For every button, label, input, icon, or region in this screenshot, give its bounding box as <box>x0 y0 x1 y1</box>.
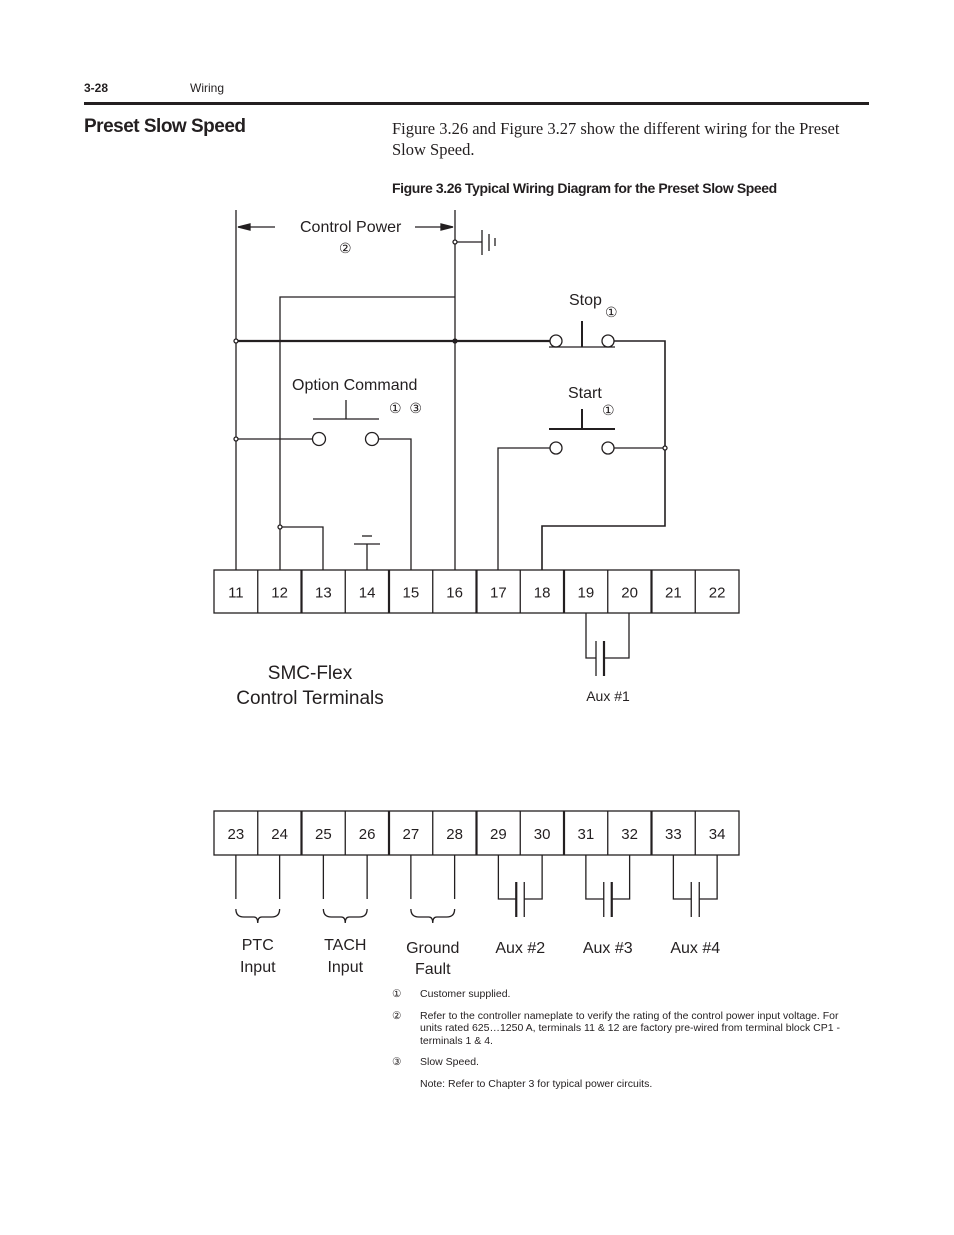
aux-wire-right <box>611 855 631 900</box>
aux-wire-left <box>672 855 692 900</box>
junction-dot <box>233 338 239 344</box>
junction-dot <box>452 239 458 245</box>
stop-contact-left <box>549 334 563 348</box>
terminal-28: 28 <box>446 826 463 843</box>
footnote-text: Customer supplied. <box>420 988 511 1000</box>
terminal-20: 20 <box>621 585 638 602</box>
group-label-line2: Fault <box>415 961 451 978</box>
aux1-wire-right <box>604 613 630 659</box>
start-contact-right <box>601 441 615 455</box>
group-label: Aux #2 <box>495 940 545 957</box>
terminal-12: 12 <box>271 585 288 602</box>
terminal-17: 17 <box>490 585 507 602</box>
footnote-marker: ② <box>392 1009 402 1022</box>
aux-wire-right <box>524 855 543 900</box>
terminal-24: 24 <box>271 826 288 843</box>
terminal-26: 26 <box>359 826 376 843</box>
footnote: ① Customer supplied. <box>392 988 862 1001</box>
terminal-14: 14 <box>359 585 376 602</box>
aux-wire-left <box>585 855 604 900</box>
footnote-text: Slow Speed. <box>420 1056 479 1068</box>
stop-note-marker: ① <box>605 304 618 320</box>
junction-dot <box>662 445 668 451</box>
group-label: Ground <box>406 940 459 957</box>
terminal-30: 30 <box>534 826 551 843</box>
wire-stop-to-18 <box>541 340 666 570</box>
group-label-line2: Input <box>240 959 276 976</box>
start-note-marker: ① <box>602 402 615 418</box>
control-power-label: Control Power <box>300 219 402 236</box>
terminal-11: 11 <box>228 585 244 602</box>
group-brace <box>410 908 456 924</box>
terminal-27: 27 <box>403 826 420 843</box>
start-label: Start <box>568 385 602 402</box>
terminal-33: 33 <box>665 826 682 843</box>
terminal-15: 15 <box>403 585 420 602</box>
terminal-19: 19 <box>578 585 595 602</box>
terminal-21: 21 <box>665 585 682 602</box>
terminal-18: 18 <box>534 585 551 602</box>
control-power-note-marker: ② <box>339 240 352 256</box>
aux-wire-left <box>497 855 517 900</box>
terminal-16: 16 <box>446 585 463 602</box>
junction-dot <box>277 524 283 530</box>
option-contact-right <box>364 431 380 447</box>
stop-label: Stop <box>569 292 602 309</box>
terminal-25: 25 <box>315 826 332 843</box>
terminal-31: 31 <box>578 826 595 843</box>
footnote: ② Refer to the controller nameplate to v… <box>392 1010 862 1048</box>
aux1-wire-left <box>585 613 596 659</box>
group-brace <box>235 908 281 924</box>
terminal-23: 23 <box>228 826 245 843</box>
junction-dot <box>233 436 239 442</box>
group-label: PTC <box>242 937 274 954</box>
terminal-13: 13 <box>315 585 332 602</box>
smc-flex-title: SMC-Flex <box>268 663 353 684</box>
aux1-label: Aux #1 <box>586 688 630 704</box>
option-command-note-markers: ① ③ <box>389 400 422 416</box>
terminal-32: 32 <box>621 826 638 843</box>
option-contact-left <box>311 431 327 447</box>
start-contact-left <box>549 441 563 455</box>
junction-dot <box>452 338 458 344</box>
group-label-line2: Input <box>327 959 363 976</box>
footnote-marker: ③ <box>392 1056 402 1068</box>
group-brace <box>322 908 368 924</box>
group-label: TACH <box>324 937 366 954</box>
group-label: Aux #4 <box>670 940 720 957</box>
arrowhead-right <box>440 223 454 231</box>
footnotes: ① Customer supplied. ② Refer to the cont… <box>392 988 862 1090</box>
aux-wire-right <box>699 855 718 900</box>
footnote-text: Refer to the controller nameplate to ver… <box>420 1009 840 1047</box>
stop-contact-right <box>601 334 615 348</box>
group-label: Aux #3 <box>583 940 633 957</box>
wire-option-to-15 <box>379 438 412 570</box>
wire-12-to-13 <box>280 526 324 570</box>
option-command-label: Option Command <box>292 377 417 394</box>
terminal-29: 29 <box>490 826 507 843</box>
control-terminals-title: Control Terminals <box>236 688 383 709</box>
terminal-34: 34 <box>709 826 726 843</box>
arrowhead-left <box>237 223 251 231</box>
footnote-marker: ① <box>392 988 402 1000</box>
final-note: Note: Refer to Chapter 3 for typical pow… <box>420 1077 653 1090</box>
footnote: ③ Slow Speed. <box>392 1056 862 1069</box>
terminal-22: 22 <box>709 585 726 602</box>
